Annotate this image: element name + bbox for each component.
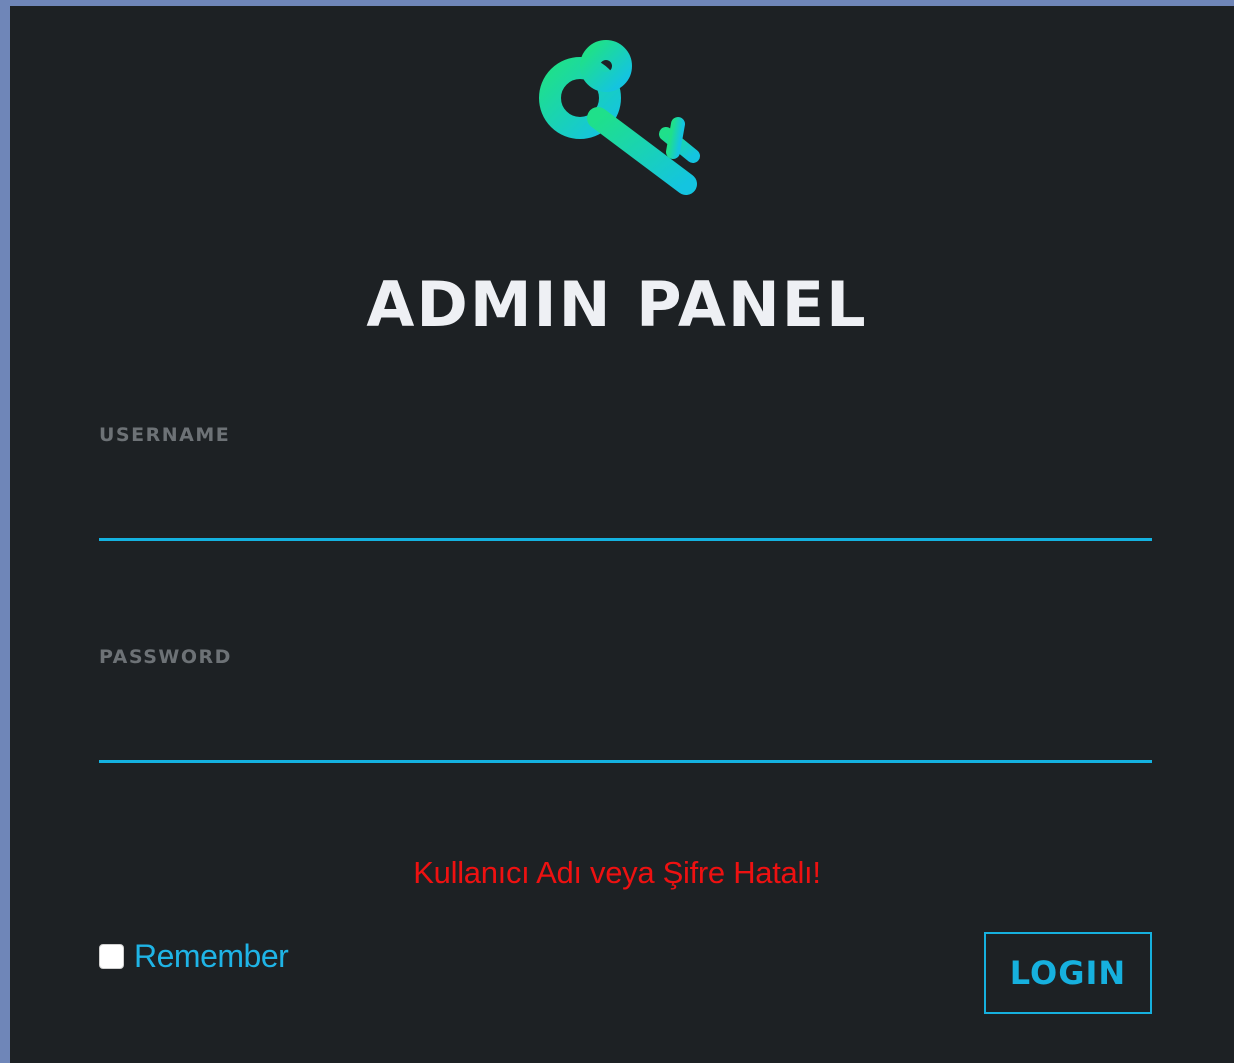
password-input[interactable] [99,720,1152,763]
username-label: USERNAME [99,424,231,446]
remember-toggle[interactable]: Remember [99,938,289,975]
error-message: Kullanıcı Adı veya Şifre Hatalı! [413,855,821,890]
key-icon [539,40,700,195]
password-label: PASSWORD [99,646,232,668]
username-input[interactable] [99,498,1152,541]
login-button[interactable]: LOGIN [984,932,1152,1014]
remember-checkbox[interactable] [99,944,124,969]
remember-label[interactable]: Remember [134,938,289,975]
page-title: ADMIN PANEL [366,268,868,341]
